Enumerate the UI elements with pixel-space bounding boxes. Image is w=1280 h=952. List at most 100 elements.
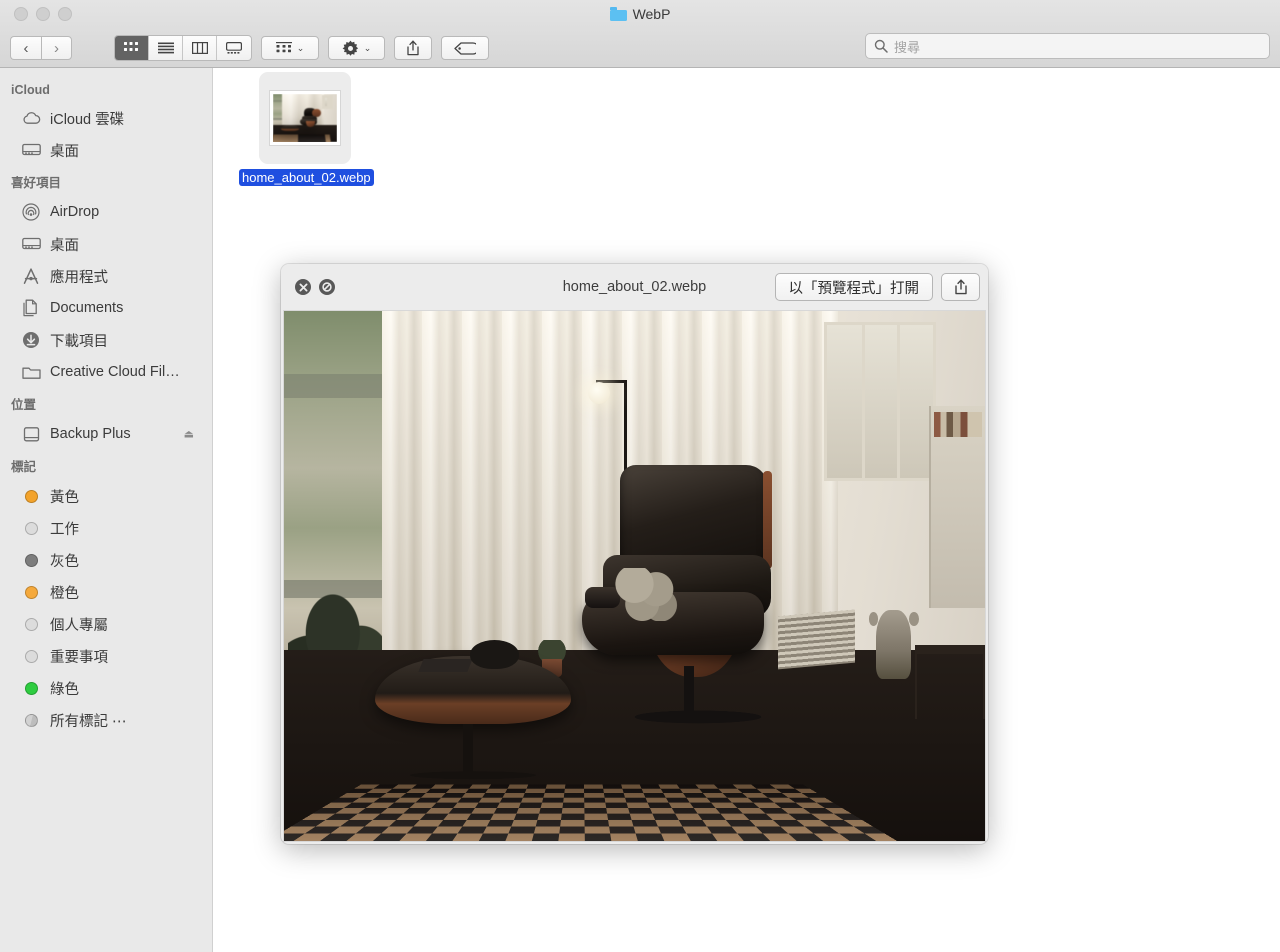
folder-icon: [21, 362, 41, 382]
file-name-label[interactable]: home_about_02.webp: [239, 169, 371, 186]
sidebar-item-label: 黃色: [50, 486, 79, 507]
close-button[interactable]: [14, 7, 28, 21]
sidebar-item-desktop-icloud[interactable]: 桌面: [0, 134, 212, 166]
edit-tags-button[interactable]: [441, 36, 489, 60]
sidebar-item-tag-yellow[interactable]: 黃色: [0, 480, 212, 512]
traffic-lights: [14, 7, 72, 21]
tag-dot-icon: [21, 550, 41, 570]
living-room-photo-thumb: [273, 94, 337, 142]
sidebar-item-label: 工作: [50, 518, 79, 539]
no-entry-icon[interactable]: [319, 279, 335, 295]
sidebar-item-creative-cloud-files[interactable]: Creative Cloud Fil…: [0, 356, 212, 388]
sidebar-item-applications[interactable]: 應用程式: [0, 260, 212, 292]
living-room-photo: [284, 311, 985, 841]
column-view-button[interactable]: [183, 36, 217, 60]
search-placeholder: 搜尋: [894, 37, 920, 56]
toy-figure: [876, 610, 911, 679]
quick-look-actions: 以「預覽程式」打開: [775, 273, 981, 301]
close-icon[interactable]: [295, 279, 311, 295]
sidebar-item-label: AirDrop: [50, 204, 99, 220]
sidebar-item-label: 桌面: [50, 140, 79, 161]
tag-dot-all-icon: [21, 710, 41, 730]
gear-icon: [342, 40, 359, 57]
search-input[interactable]: 搜尋: [865, 33, 1270, 59]
file-item[interactable]: home_about_02.webp: [240, 72, 370, 186]
gallery-view-button[interactable]: [217, 36, 251, 60]
sidebar-section-locations: 位置: [0, 388, 212, 418]
airdrop-icon: [21, 202, 41, 222]
sidebar[interactable]: iCloud iCloud 雲碟 桌面 喜好項目 AirDrop 桌面 應用程式…: [0, 68, 213, 952]
tag-dot-icon: [21, 614, 41, 634]
sidebar-section-tags: 標記: [0, 450, 212, 480]
zoom-button[interactable]: [58, 7, 72, 21]
lamp-bulb: [588, 382, 610, 404]
sidebar-item-label: 綠色: [50, 678, 79, 699]
sidebar-item-tag-personal[interactable]: 個人專屬: [0, 608, 212, 640]
desktop-icon: [21, 234, 41, 254]
sidebar-item-all-tags[interactable]: 所有標記 ⋯: [0, 704, 212, 736]
sidebar-section-favorites: 喜好項目: [0, 166, 212, 196]
lounge-chair-stem: [684, 666, 694, 714]
downloads-icon: [21, 330, 41, 350]
file-thumbnail-background: [259, 72, 351, 164]
share-icon: [406, 40, 420, 56]
sidebar-item-downloads[interactable]: 下載項目: [0, 324, 212, 356]
sidebar-item-tag-gray[interactable]: 灰色: [0, 544, 212, 576]
file-name-text: home_about_02.webp: [239, 169, 374, 186]
share-icon: [954, 279, 968, 295]
quick-look-window[interactable]: home_about_02.webp 以「預覽程式」打開: [281, 264, 988, 844]
sidebar-item-label: Documents: [50, 300, 123, 316]
gallery-view-icon: [226, 42, 242, 54]
sidebar-item-label: 個人專屬: [50, 614, 108, 635]
nav-buttons: ‹ ›: [10, 36, 72, 60]
documents-icon: [21, 298, 41, 318]
sidebar-item-tag-green[interactable]: 綠色: [0, 672, 212, 704]
eject-icon[interactable]: ⏏: [184, 428, 194, 441]
sidebar-item-label: Backup Plus: [50, 426, 131, 442]
forward-button[interactable]: ›: [41, 36, 72, 60]
chevron-right-icon: ›: [54, 41, 59, 56]
side-table: [915, 645, 985, 719]
sidebar-item-desktop[interactable]: 桌面: [0, 228, 212, 260]
sidebar-item-label: 桌面: [50, 234, 79, 255]
chevron-down-icon: ⌄: [364, 44, 372, 53]
sidebar-item-backup-plus[interactable]: Backup Plus ⏏: [0, 418, 212, 450]
sidebar-item-tag-work[interactable]: 工作: [0, 512, 212, 544]
tag-dot-icon: [21, 646, 41, 666]
arrange-button[interactable]: ⌄: [261, 36, 319, 60]
quick-look-header: home_about_02.webp 以「預覽程式」打開: [281, 264, 988, 310]
icon-view-button[interactable]: [115, 36, 149, 60]
sidebar-item-label: 橙色: [50, 582, 79, 603]
action-button[interactable]: ⌄: [328, 36, 385, 60]
sidebar-item-airdrop[interactable]: AirDrop: [0, 196, 212, 228]
open-with-preview-button[interactable]: 以「預覽程式」打開: [775, 273, 934, 301]
sidebar-item-label: 應用程式: [50, 266, 108, 287]
ottoman-base: [406, 771, 540, 779]
open-with-preview-label: 以「預覽程式」打開: [789, 277, 920, 298]
window-title-text: WebP: [633, 6, 671, 22]
sidebar-item-documents[interactable]: Documents: [0, 292, 212, 324]
tag-dot-icon: [21, 582, 41, 602]
quick-look-share-button[interactable]: [941, 273, 980, 301]
sidebar-item-label: 重要事項: [50, 646, 108, 667]
sidebar-item-label: 下載項目: [50, 330, 108, 351]
chevron-down-icon: ⌄: [297, 44, 305, 53]
sidebar-item-icloud-drive[interactable]: iCloud 雲碟: [0, 102, 212, 134]
back-button[interactable]: ‹: [10, 36, 41, 60]
share-button[interactable]: [394, 36, 432, 60]
icon-view-icon: [124, 42, 140, 54]
list-view-icon: [158, 42, 174, 54]
list-view-button[interactable]: [149, 36, 183, 60]
column-view-icon: [192, 42, 208, 54]
quick-look-image: [283, 310, 986, 842]
sidebar-section-icloud: iCloud: [0, 77, 212, 102]
sidebar-item-label: iCloud 雲碟: [50, 108, 124, 129]
minimize-button[interactable]: [36, 7, 50, 21]
sidebar-item-tag-important[interactable]: 重要事項: [0, 640, 212, 672]
sidebar-item-tag-orange[interactable]: 橙色: [0, 576, 212, 608]
file-list-area[interactable]: home_about_02.webp home_about_02.webp 以「…: [213, 68, 1280, 952]
drive-icon: [21, 424, 41, 444]
file-thumbnail: [269, 90, 341, 146]
tag-dot-icon: [21, 678, 41, 698]
applications-icon: [21, 266, 41, 286]
